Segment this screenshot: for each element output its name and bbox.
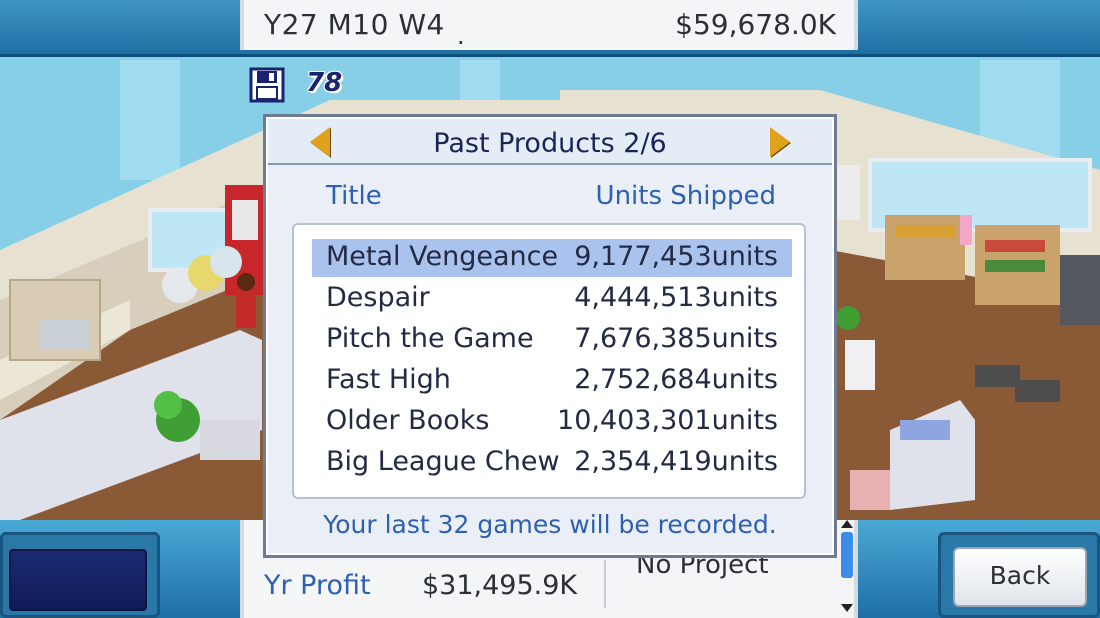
dialog-title: Past Products 2/6 xyxy=(433,128,667,159)
back-button-frame: Back xyxy=(938,532,1100,618)
column-header-title: Title xyxy=(326,181,382,211)
product-title: Big League Chew xyxy=(326,446,560,477)
date-display: Y27 M10 W4 xyxy=(264,8,445,41)
date-funds-panel: Y27 M10 W4 . $59,678.0K xyxy=(240,0,858,50)
back-button[interactable]: Back xyxy=(953,547,1087,607)
list-item-selected[interactable]: Metal Vengeance 9,177,453units xyxy=(312,239,792,277)
product-units: 2,752,684units xyxy=(574,364,778,395)
product-units: 4,444,513units xyxy=(574,282,778,313)
profit-value: $31,495.9K xyxy=(422,570,578,601)
floppy-disk-icon xyxy=(249,67,285,103)
product-title: Pitch the Game xyxy=(326,323,534,354)
product-list: Metal Vengeance 9,177,453units Despair 4… xyxy=(292,223,806,499)
column-header-units: Units Shipped xyxy=(595,181,776,211)
product-units: 9,177,453units xyxy=(574,241,778,272)
save-count: 78 xyxy=(306,68,343,98)
past-products-dialog: Past Products 2/6 Title Units Shipped Me… xyxy=(263,114,837,558)
product-title: Older Books xyxy=(326,405,490,436)
scroll-up-icon[interactable] xyxy=(841,520,853,528)
panel-divider xyxy=(604,560,606,608)
list-item[interactable]: Pitch the Game 7,676,385units xyxy=(312,321,792,359)
profit-label: Yr Profit xyxy=(264,570,371,601)
funds-display: $59,678.0K xyxy=(675,8,836,41)
scrollbar[interactable] xyxy=(838,520,856,612)
product-units: 2,354,419units xyxy=(574,446,778,477)
product-title: Metal Vengeance xyxy=(326,241,559,272)
dialog-body: Title Units Shipped Metal Vengeance 9,17… xyxy=(268,165,832,553)
list-item[interactable]: Fast High 2,752,684units xyxy=(312,362,792,400)
record-limit-note: Your last 32 games will be recorded. xyxy=(323,510,777,539)
menu-button[interactable] xyxy=(0,532,160,618)
dialog-title-bar: Past Products 2/6 xyxy=(268,119,832,165)
scroll-thumb[interactable] xyxy=(841,532,853,578)
date-marker: . xyxy=(457,22,465,50)
product-title: Fast High xyxy=(326,364,451,395)
triangle-right-icon[interactable] xyxy=(770,127,790,157)
product-title: Despair xyxy=(326,282,430,313)
scroll-down-icon[interactable] xyxy=(841,604,853,612)
back-button-label: Back xyxy=(989,561,1051,590)
list-item[interactable]: Big League Chew 2,354,419units xyxy=(312,444,792,482)
product-units: 7,676,385units xyxy=(574,323,778,354)
menu-button-face[interactable] xyxy=(9,549,147,611)
list-item[interactable]: Older Books 10,403,301units xyxy=(312,403,792,441)
product-units: 10,403,301units xyxy=(557,405,778,436)
list-item[interactable]: Despair 4,444,513units xyxy=(312,280,792,318)
